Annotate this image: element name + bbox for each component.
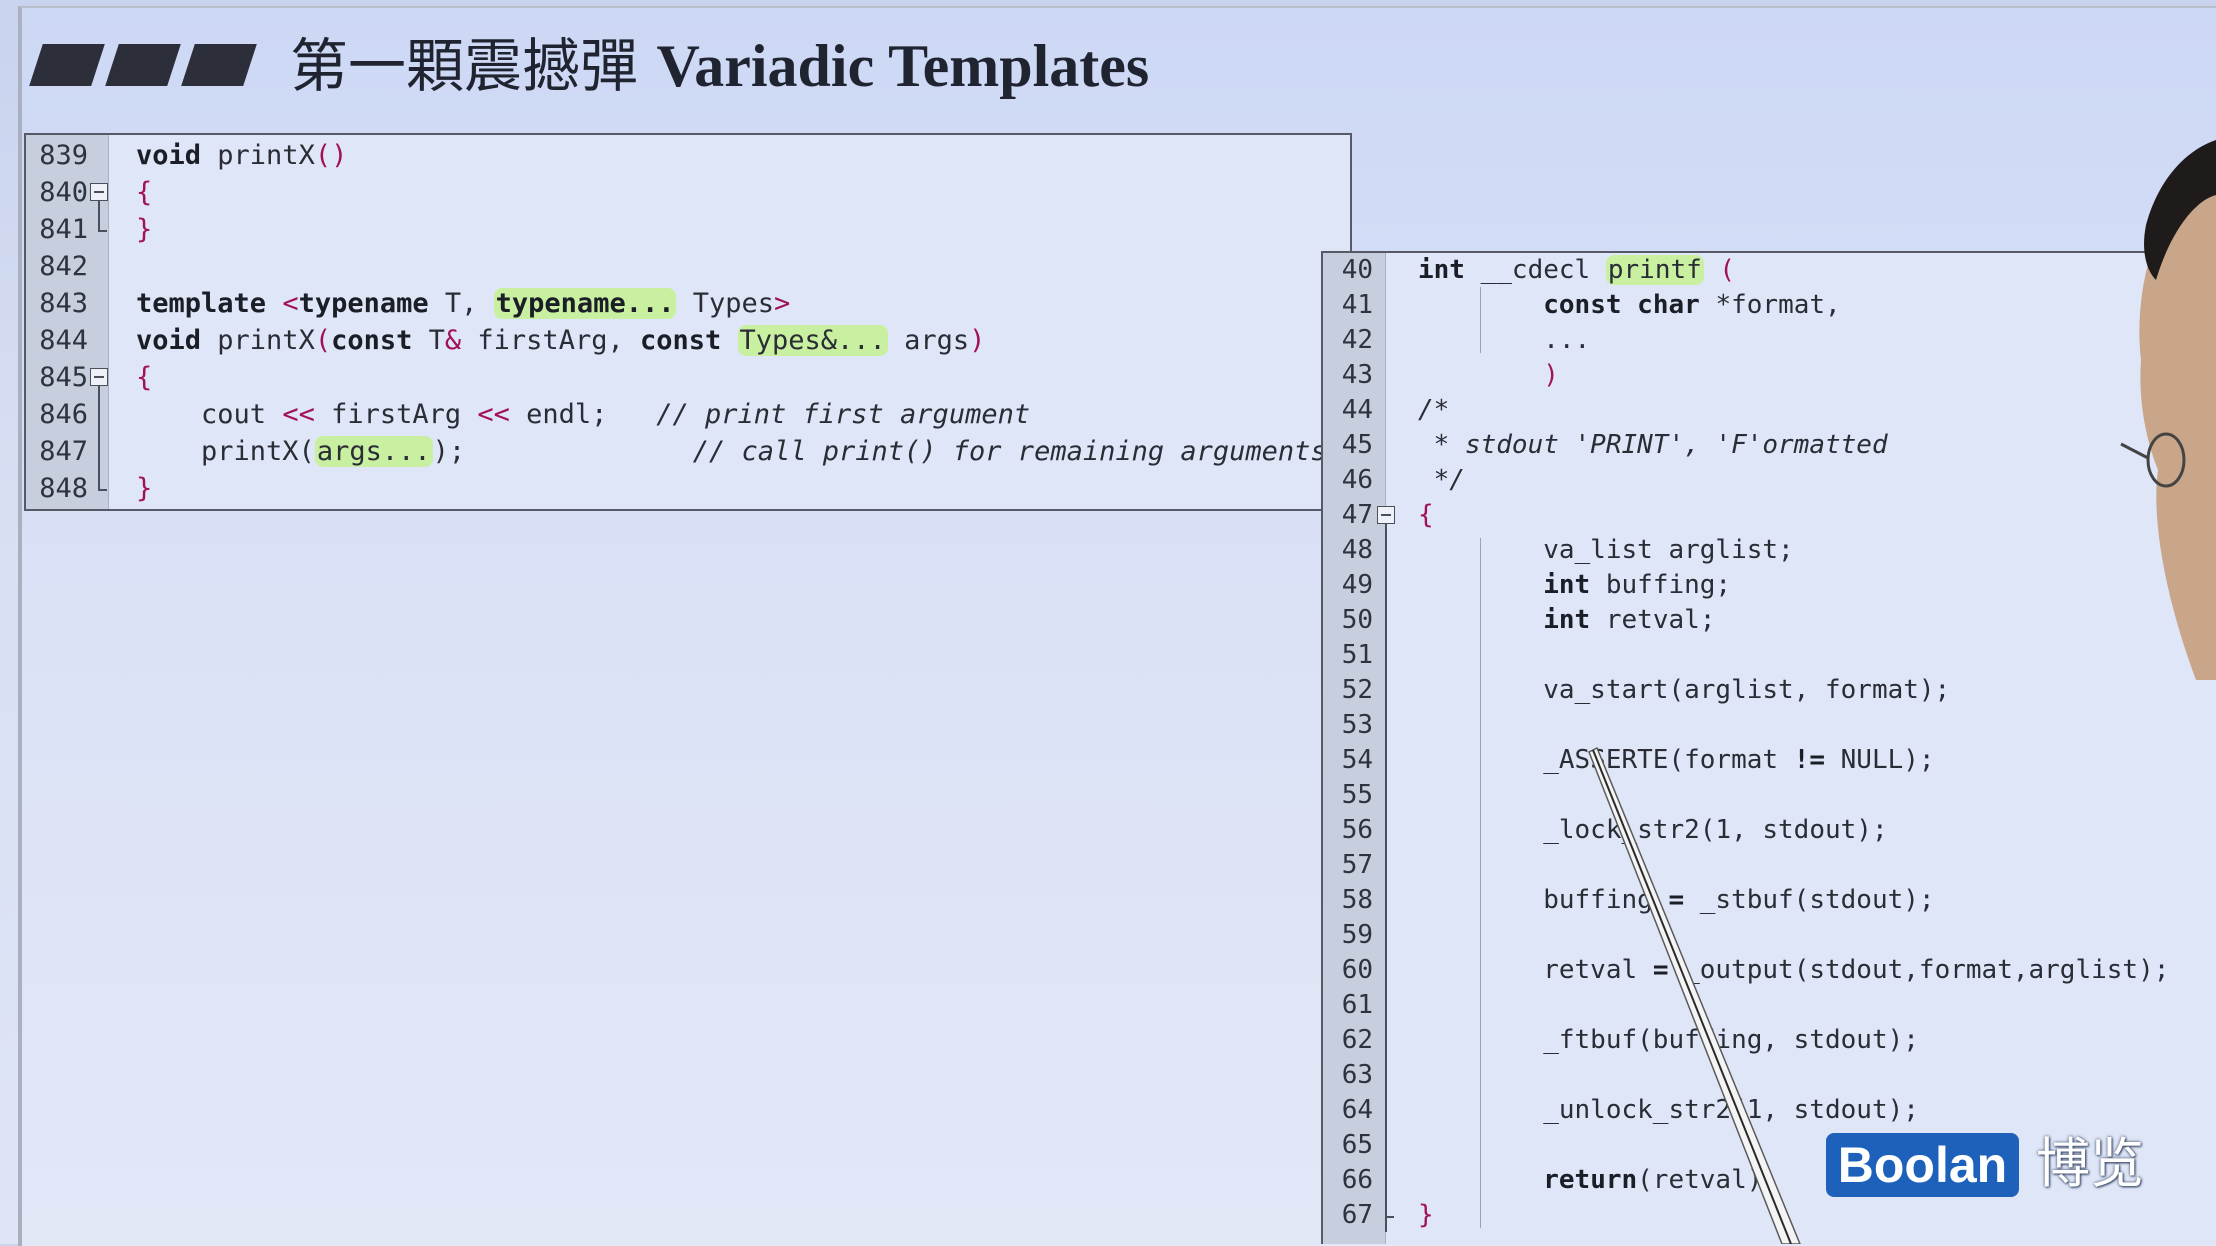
presenter-figure	[2120, 140, 2216, 680]
boolan-logo: Boolan	[1826, 1133, 2019, 1197]
laser-pointer-stick	[1588, 746, 1801, 1244]
boolan-logo-cn: 博览	[2036, 1132, 2144, 1195]
